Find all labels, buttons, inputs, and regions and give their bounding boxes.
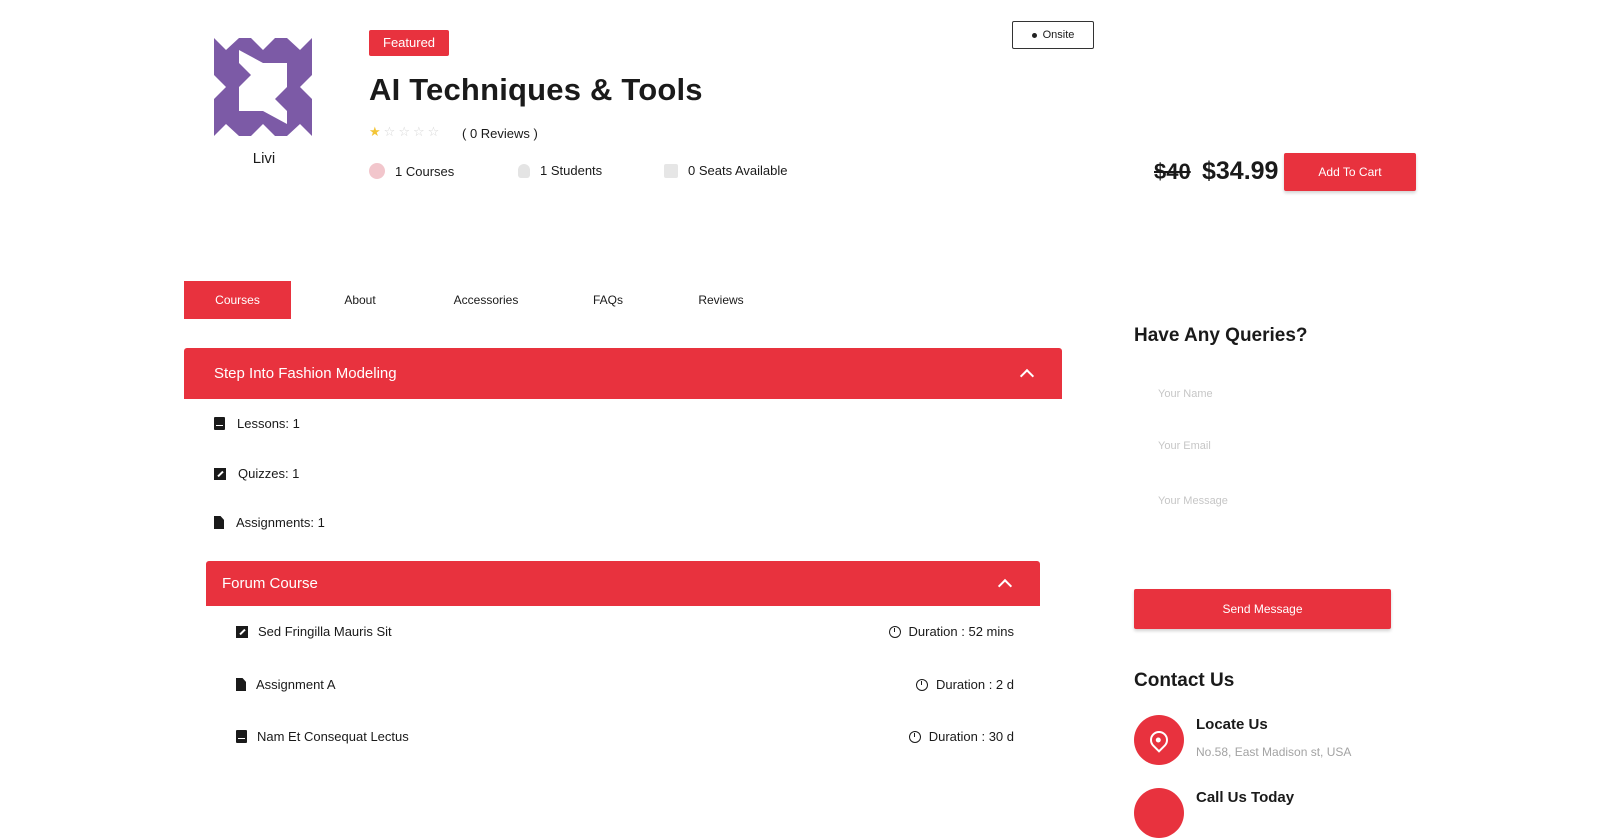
phone-icon — [1134, 788, 1184, 838]
seat-icon — [664, 163, 678, 178]
book-icon — [214, 417, 225, 430]
book-icon — [236, 730, 247, 743]
instructor-name[interactable]: Livi — [234, 150, 294, 167]
assignments-summary: Assignments: 1 — [214, 515, 325, 530]
file-icon — [214, 516, 224, 529]
tab-courses[interactable]: Courses — [184, 281, 291, 319]
add-to-cart-button[interactable]: Add To Cart — [1284, 153, 1416, 191]
bullet-icon — [1031, 32, 1037, 38]
tab-faqs[interactable]: FAQs — [543, 281, 673, 319]
lessons-summary: Lessons: 1 — [214, 416, 300, 431]
star-icon: ☆ — [427, 124, 443, 139]
name-input[interactable] — [1134, 383, 1390, 405]
subsection-accordion-header[interactable]: Forum Course — [206, 561, 1040, 606]
star-icon: ☆ — [383, 124, 399, 139]
email-input[interactable] — [1134, 435, 1390, 457]
contact-title: Contact Us — [1134, 670, 1235, 691]
course-tabs: Courses About Accessories FAQs Reviews — [184, 281, 769, 319]
subsection-title: Forum Course — [222, 575, 318, 592]
chevron-up-icon — [1019, 368, 1035, 384]
clock-icon — [915, 678, 928, 691]
list-item[interactable]: Sed Fringilla Mauris Sit Duration : 52 m… — [236, 624, 1014, 639]
locate-label: Locate Us — [1196, 716, 1268, 733]
star-icon: ☆ — [398, 124, 413, 139]
user-icon — [518, 163, 530, 178]
quiz-icon — [236, 625, 248, 638]
queries-title: Have Any Queries? — [1134, 325, 1308, 346]
tab-about[interactable]: About — [291, 281, 429, 319]
star-icon: ☆ — [412, 124, 428, 139]
old-price: $40 — [1154, 159, 1191, 184]
sale-price: $34.99 — [1202, 157, 1279, 185]
section-title: Step Into Fashion Modeling — [214, 365, 397, 382]
clock-icon — [888, 625, 901, 638]
call-label: Call Us Today — [1196, 789, 1295, 806]
seats-available: 0 Seats Available — [664, 163, 788, 178]
reviews-count: ( 0 Reviews ) — [462, 126, 538, 141]
message-textarea[interactable] — [1134, 495, 1390, 575]
featured-badge: Featured — [369, 30, 450, 56]
map-pin-icon — [1146, 727, 1172, 753]
students-count: 1 Students — [518, 163, 602, 178]
courses-count: 1 Courses — [369, 163, 454, 179]
send-message-button[interactable]: Send Message — [1134, 589, 1391, 629]
instructor-avatar — [210, 34, 316, 140]
section-accordion-header[interactable]: Step Into Fashion Modeling — [184, 348, 1062, 399]
rating-stars: ★☆☆☆☆ — [369, 124, 442, 140]
clock-icon — [908, 730, 921, 743]
location-icon — [1134, 715, 1184, 765]
course-icon — [369, 163, 385, 179]
tab-accessories[interactable]: Accessories — [429, 281, 543, 319]
onsite-mode-button[interactable]: Onsite — [1012, 21, 1094, 49]
list-item[interactable]: Assignment A Duration : 2 d — [236, 677, 1014, 692]
quizzes-summary: Quizzes: 1 — [214, 466, 299, 481]
quiz-icon — [214, 467, 226, 480]
course-title: AI Techniques & Tools — [369, 72, 703, 107]
locate-address: No.58, East Madison st, USA — [1196, 745, 1352, 759]
chevron-up-icon — [997, 578, 1013, 594]
file-icon — [236, 678, 246, 691]
tab-reviews[interactable]: Reviews — [673, 281, 769, 319]
star-icon: ★ — [369, 124, 384, 139]
list-item[interactable]: Nam Et Consequat Lectus Duration : 30 d — [236, 729, 1014, 744]
